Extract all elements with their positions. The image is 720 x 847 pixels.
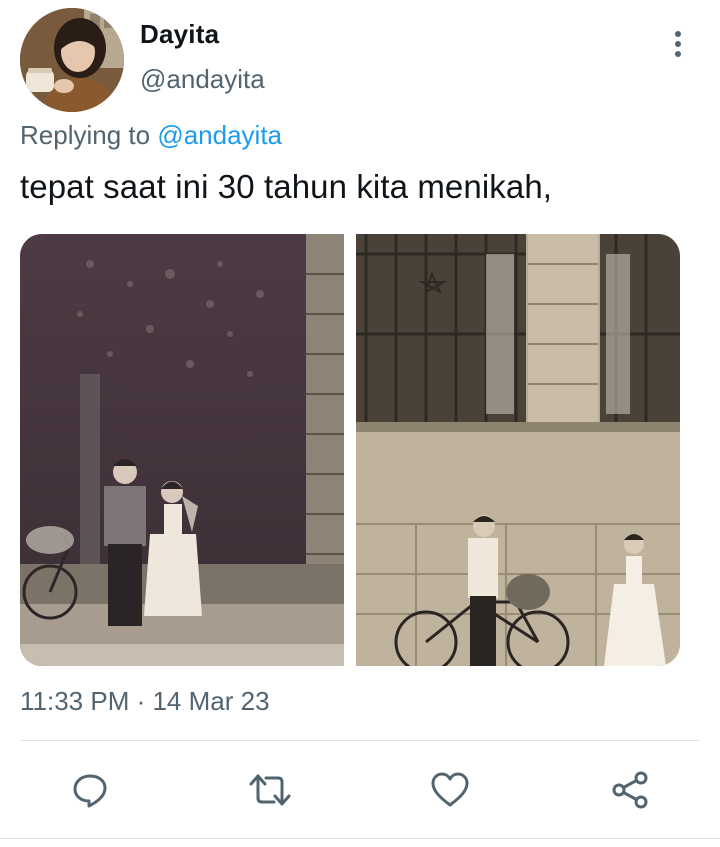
action-bar <box>20 760 700 820</box>
user-handle[interactable]: @andayita <box>140 64 265 95</box>
more-options-button[interactable] <box>664 24 692 64</box>
tweet-header: Dayita @andayita <box>20 8 700 112</box>
reply-icon <box>73 774 107 808</box>
share-button[interactable] <box>606 766 654 814</box>
display-name[interactable]: Dayita <box>140 19 219 50</box>
more-vertical-icon <box>675 31 681 57</box>
replying-to-mention[interactable]: @andayita <box>157 120 282 150</box>
photo-1[interactable] <box>20 234 344 666</box>
tweet-text: tepat saat ini 30 tahun kita menikah, <box>20 168 553 205</box>
media-grid <box>20 234 680 666</box>
divider-bottom <box>0 838 720 839</box>
retweet-button[interactable] <box>246 766 294 814</box>
share-icon <box>612 771 648 809</box>
reply-button[interactable] <box>66 766 114 814</box>
like-button[interactable] <box>426 766 474 814</box>
divider <box>20 740 700 741</box>
replying-to: Replying to @andayita <box>20 120 282 151</box>
replying-to-label: Replying to <box>20 120 151 150</box>
heart-icon <box>431 772 469 807</box>
avatar[interactable] <box>20 8 124 112</box>
photo-2[interactable] <box>356 234 680 666</box>
tweet-timestamp[interactable]: 11:33 PM · 14 Mar 23 <box>20 686 270 717</box>
retweet-icon <box>249 774 291 806</box>
